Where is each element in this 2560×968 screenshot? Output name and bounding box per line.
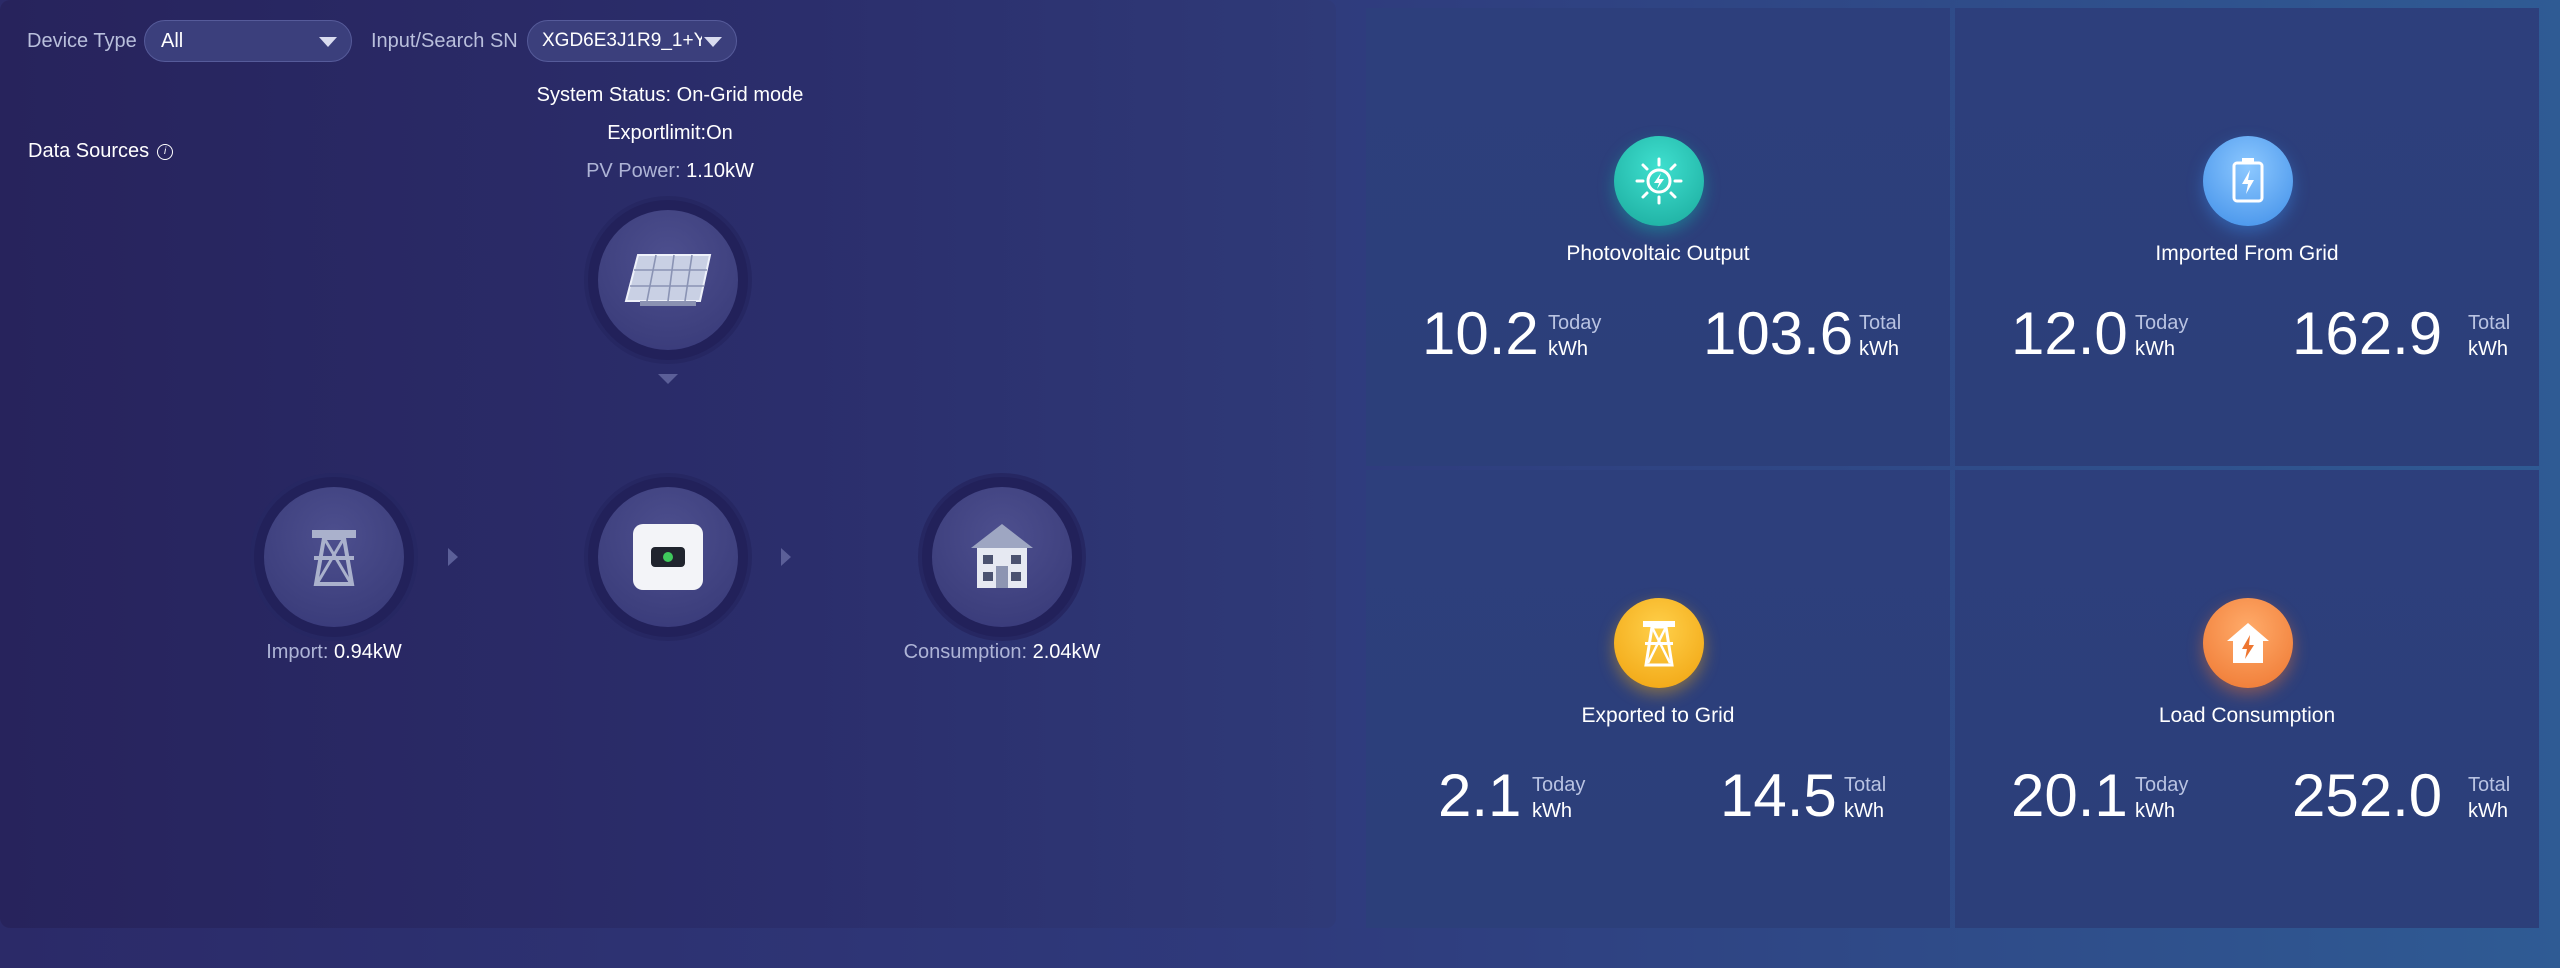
- today-value: 2.1: [1438, 762, 1522, 829]
- total-label: Total: [1859, 312, 1902, 334]
- total-unit: kWh: [1859, 338, 1899, 360]
- pv-power-value: 1.10kW: [686, 160, 754, 182]
- flow-arrow-down: [658, 374, 678, 384]
- today-label: Today: [2135, 774, 2189, 796]
- card-title: Load Consumption: [2158, 704, 2336, 727]
- today-unit: kWh: [1532, 800, 1572, 822]
- imported-card: Imported From Grid 12.0 Today kWh 162.9 …: [1955, 8, 2539, 466]
- device-type-label: Device Type: [27, 30, 137, 52]
- total-value: 14.5: [1720, 762, 1837, 829]
- consumption-value: 2.04kW: [1032, 641, 1101, 663]
- total-unit: kWh: [2468, 800, 2508, 822]
- today-unit: kWh: [2135, 800, 2175, 822]
- consumption-readout: Consumption: 2.04kW: [862, 641, 1142, 664]
- sun-icon: [1614, 136, 1704, 226]
- flow-arrow-right: [448, 548, 458, 566]
- today-unit: kWh: [1548, 338, 1588, 360]
- pylon-icon: [1614, 598, 1704, 688]
- exported-card: Exported to Grid 2.1 Today kWh 14.5 Tota…: [1366, 470, 1950, 928]
- today-label: Today: [1548, 312, 1602, 334]
- import-value: 0.94kW: [334, 641, 402, 663]
- info-icon[interactable]: i: [157, 143, 174, 160]
- sn-select[interactable]: XGD6E3J1R9_1+YI: [527, 20, 737, 62]
- card-title: Imported From Grid: [2155, 242, 2339, 265]
- load-consumption-card: Load Consumption 20.1 Today kWh 252.0 To…: [1955, 470, 2539, 928]
- import-readout: Import: 0.94kW: [234, 641, 434, 664]
- today-unit: kWh: [2135, 338, 2175, 360]
- total-label: Total: [2468, 774, 2511, 796]
- device-type-value: All: [161, 29, 184, 52]
- card-title: Photovoltaic Output: [1566, 242, 1750, 265]
- pv-power-label: PV Power:: [586, 160, 681, 182]
- exportlimit-status: Exportlimit:On: [607, 122, 733, 144]
- data-sources-label: Data Sources: [28, 140, 150, 162]
- battery-icon: [2203, 136, 2293, 226]
- house-icon: [2203, 598, 2293, 688]
- inverter-icon: [633, 524, 703, 590]
- today-label: Today: [2135, 312, 2189, 334]
- total-label: Total: [1844, 774, 1887, 796]
- today-value: 12.0: [2011, 300, 2128, 367]
- total-unit: kWh: [1844, 800, 1884, 822]
- today-label: Today: [1532, 774, 1586, 796]
- system-status: System Status: On-Grid mode: [400, 84, 940, 107]
- pv-power: PV Power: 1.10kW: [400, 160, 940, 183]
- consumption-label: Consumption:: [903, 641, 1028, 663]
- chevron-down-icon: [319, 37, 337, 47]
- total-value: 162.9: [2292, 300, 2443, 367]
- data-sources: Data Sources i: [28, 140, 174, 163]
- energy-flow-panel: Device Type All Input/Search SN XGD6E3J1…: [0, 0, 1336, 928]
- total-value: 103.6: [1703, 300, 1854, 367]
- today-value: 20.1: [2011, 762, 2128, 829]
- pv-node[interactable]: [588, 200, 748, 360]
- chevron-down-icon: [704, 37, 722, 47]
- today-value: 10.2: [1422, 300, 1539, 367]
- pv-output-card: Photovoltaic Output 10.2 Today kWh 103.6…: [1366, 8, 1950, 466]
- grid-node[interactable]: [254, 477, 414, 637]
- total-unit: kWh: [2468, 338, 2508, 360]
- pylon-icon: [312, 530, 356, 586]
- system-status-label: System Status:: [536, 84, 672, 106]
- total-label: Total: [2468, 312, 2511, 334]
- system-status-value: On-Grid mode: [676, 84, 804, 106]
- device-type-select[interactable]: All: [144, 20, 352, 62]
- consumption-node[interactable]: [922, 477, 1082, 637]
- inverter-node[interactable]: [588, 477, 748, 637]
- import-label: Import:: [266, 641, 329, 663]
- solar-panel-icon: [624, 254, 712, 306]
- card-title: Exported to Grid: [1581, 704, 1735, 727]
- house-icon: [971, 524, 1033, 588]
- flow-arrow-right: [781, 548, 791, 566]
- total-value: 252.0: [2292, 762, 2443, 829]
- sn-value: XGD6E3J1R9_1+YI: [542, 30, 702, 51]
- sn-label: Input/Search SN: [371, 30, 518, 52]
